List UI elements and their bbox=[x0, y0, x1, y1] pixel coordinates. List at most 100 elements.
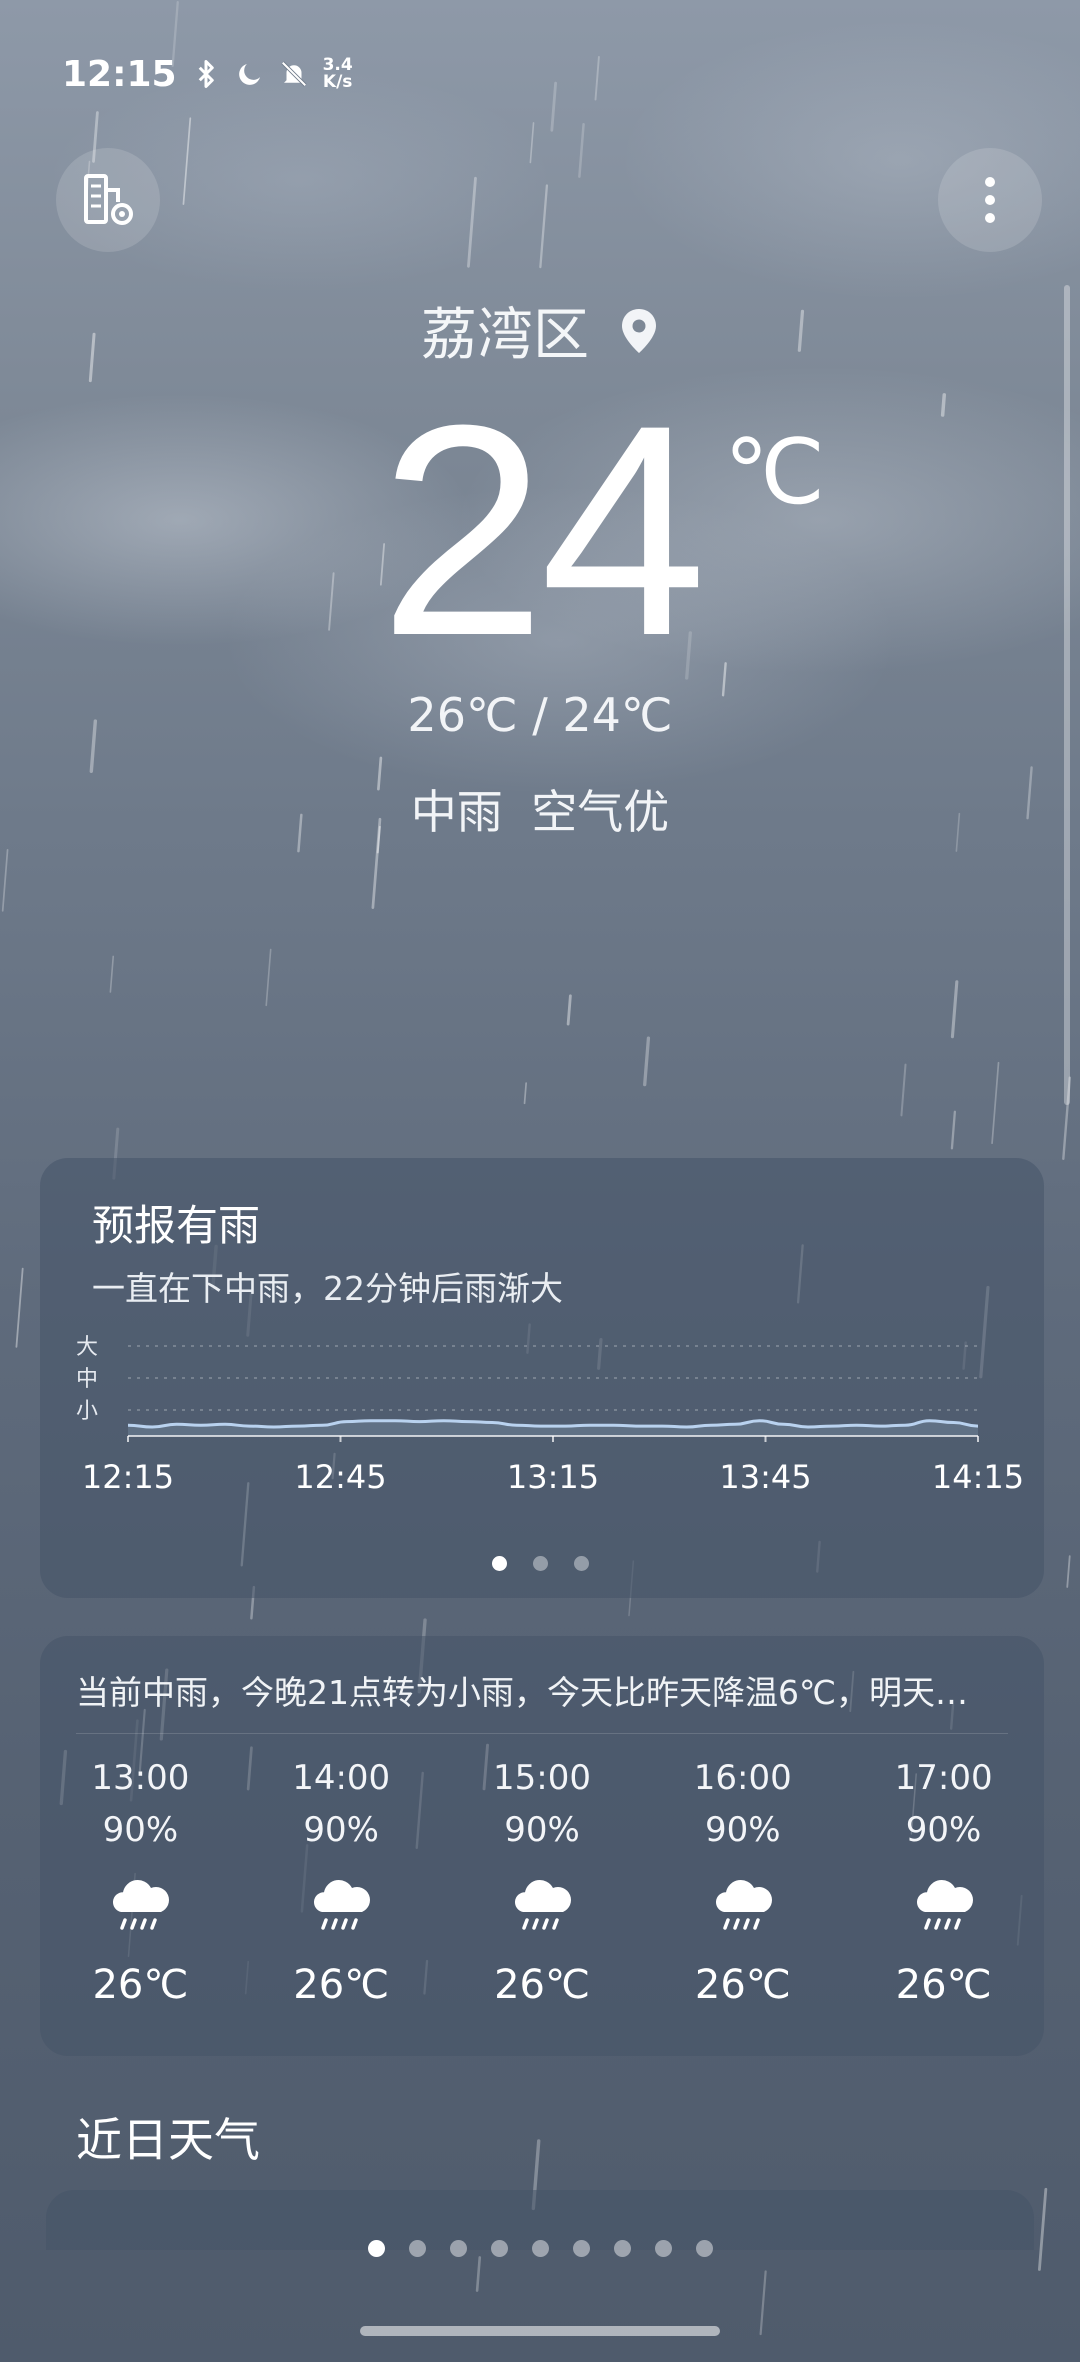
rain-streak bbox=[550, 81, 557, 132]
hour-time: 15:00 bbox=[493, 1758, 591, 1798]
divider bbox=[76, 1733, 1008, 1734]
pager-dot[interactable] bbox=[574, 1556, 589, 1571]
home-indicator[interactable] bbox=[360, 2326, 720, 2336]
rain-streak bbox=[643, 1036, 651, 1087]
rain-cloud-icon bbox=[314, 1880, 371, 1930]
rain-streak bbox=[265, 948, 272, 1007]
hourly-item[interactable]: 13:00 90% 26℃ bbox=[40, 1756, 241, 2008]
page-dot[interactable] bbox=[367, 2240, 385, 2257]
rain-forecast-title: 预报有雨 bbox=[92, 1201, 261, 1250]
rain-streak bbox=[991, 1061, 1000, 1145]
hour-time: 14:00 bbox=[292, 1758, 391, 1798]
location-pin-icon bbox=[622, 308, 656, 353]
rain-streak bbox=[759, 2270, 767, 2336]
page-dot[interactable] bbox=[613, 2240, 631, 2257]
hour-temperature: 26℃ bbox=[92, 1962, 189, 2008]
rain-forecast-card[interactable]: 预报有雨 一直在下中雨，22分钟后雨渐大 大中小 12:15 12:45 13:15 1… bbox=[40, 1158, 1044, 1598]
rain-forecast-subtitle: 一直在下中雨，22分钟后雨渐大 bbox=[92, 1269, 563, 1308]
current-temperature-block: 24 bbox=[0, 380, 1080, 680]
rain-cloud-icon bbox=[514, 1880, 571, 1930]
temperature-unit: ℃ bbox=[724, 420, 826, 525]
rain-intensity-chart: 大中小 12:15 12:45 13:15 13:45 14:15 bbox=[76, 1335, 1024, 1496]
rain-streak bbox=[15, 1267, 24, 1348]
hourly-item[interactable]: 16:00 90% 26℃ bbox=[642, 1756, 843, 2008]
pager-dot[interactable] bbox=[492, 1556, 507, 1571]
precip-probability: 90% bbox=[705, 1810, 781, 1850]
status-time: 12:15 bbox=[62, 53, 177, 95]
rain-streak bbox=[529, 122, 535, 164]
precip-probability: 90% bbox=[303, 1810, 379, 1850]
status-bar: 12:15 3.4 K/s bbox=[62, 52, 353, 96]
hour-temperature: 26℃ bbox=[895, 1962, 992, 2008]
rain-cloud-icon bbox=[715, 1880, 772, 1930]
rain-level-label: 大 bbox=[76, 1335, 98, 1360]
bell-muted-icon bbox=[281, 61, 307, 87]
bluetooth-icon bbox=[198, 60, 214, 88]
rain-streak bbox=[109, 955, 115, 993]
hour-temperature: 26℃ bbox=[494, 1962, 590, 2008]
rain-streak bbox=[1066, 1555, 1071, 1588]
rain-streak bbox=[950, 1110, 957, 1150]
rain-cloud-icon bbox=[113, 1880, 170, 1930]
rain-chart-time-label: 12:15 bbox=[82, 1458, 174, 1496]
weather-condition: 中雨 空气优 bbox=[410, 785, 670, 839]
recent-weather-title: 近日天气 bbox=[76, 2113, 260, 2167]
current-temperature: 24 bbox=[379, 362, 707, 698]
rain-streak bbox=[594, 55, 600, 101]
rain-streak bbox=[900, 1063, 907, 1117]
rain-streak bbox=[467, 176, 477, 268]
rain-streak bbox=[539, 184, 549, 269]
rain-streak bbox=[950, 980, 959, 1039]
rain-level-label: 中 bbox=[76, 1367, 98, 1392]
precip-probability: 90% bbox=[102, 1810, 179, 1850]
precip-probability: 90% bbox=[504, 1810, 580, 1850]
city-manage-button[interactable] bbox=[56, 148, 160, 252]
high-low-temperature: 26℃ / 24℃ bbox=[407, 688, 673, 742]
hour-temperature: 26℃ bbox=[293, 1962, 390, 2008]
hourly-item[interactable]: 15:00 90% 26℃ bbox=[442, 1756, 643, 2008]
rain-chart-time-label: 14:15 bbox=[932, 1458, 1024, 1496]
rain-cloud-icon bbox=[916, 1880, 973, 1930]
city-page-indicator[interactable] bbox=[0, 2240, 1080, 2257]
hour-time: 13:00 bbox=[91, 1758, 190, 1798]
network-speed: 3.4 K/s bbox=[323, 57, 353, 91]
rain-chart-time-label: 13:15 bbox=[507, 1458, 599, 1496]
precip-probability: 90% bbox=[905, 1810, 982, 1850]
rain-level-label: 小 bbox=[76, 1399, 98, 1424]
rain-streak bbox=[1, 848, 9, 912]
location-name: 荔湾区 bbox=[421, 303, 589, 368]
hour-time: 17:00 bbox=[894, 1758, 993, 1798]
more-menu-button[interactable] bbox=[938, 148, 1042, 252]
hour-time: 16:00 bbox=[693, 1758, 792, 1798]
hourly-list[interactable]: 13:00 90% 26℃ 14:00 90% 26℃ 15:00 90% 26℃ 16:00 90… bbox=[40, 1756, 1044, 2008]
rain-streak bbox=[578, 122, 585, 178]
city-manage-icon bbox=[84, 174, 133, 225]
more-vertical-icon bbox=[985, 177, 995, 223]
hourly-item[interactable]: 14:00 90% 26℃ bbox=[241, 1756, 442, 2008]
rain-intensity-area bbox=[128, 1420, 978, 1436]
page-dot[interactable] bbox=[531, 2240, 549, 2257]
location-header[interactable]: 荔湾区 bbox=[0, 290, 1080, 371]
hourly-forecast-card[interactable]: 当前中雨，今晚21点转为小雨，今天比昨天降温6℃，明天… 13:00 90% 26℃… bbox=[40, 1636, 1044, 2056]
network-speed-unit: K/s bbox=[322, 72, 353, 92]
rain-streak bbox=[475, 2256, 482, 2292]
hourly-item[interactable]: 17:00 90% 26℃ bbox=[843, 1756, 1044, 2008]
weather-summary: 当前中雨，今晚21点转为小雨，今天比昨天降温6℃，明天… bbox=[76, 1673, 969, 1712]
rain-chart-time-label: 12:45 bbox=[294, 1458, 386, 1496]
rain-streak bbox=[1038, 2187, 1048, 2271]
page-dot[interactable] bbox=[490, 2240, 508, 2257]
rain-intensity-line bbox=[127, 1419, 979, 1429]
rain-forecast-pager[interactable] bbox=[492, 1556, 589, 1571]
pager-dot[interactable] bbox=[533, 1556, 548, 1571]
page-dot[interactable] bbox=[408, 2240, 426, 2257]
page-dot[interactable] bbox=[449, 2240, 467, 2257]
rain-streak bbox=[566, 994, 572, 1026]
page-dot[interactable] bbox=[572, 2240, 590, 2257]
page-dot[interactable] bbox=[654, 2240, 672, 2257]
rain-streak bbox=[182, 117, 192, 205]
do-not-disturb-moon-icon bbox=[238, 64, 260, 85]
hour-temperature: 26℃ bbox=[694, 1962, 791, 2008]
rain-streak bbox=[523, 1082, 528, 1105]
page-dot[interactable] bbox=[695, 2240, 713, 2257]
rain-chart-time-label: 13:45 bbox=[719, 1458, 811, 1496]
